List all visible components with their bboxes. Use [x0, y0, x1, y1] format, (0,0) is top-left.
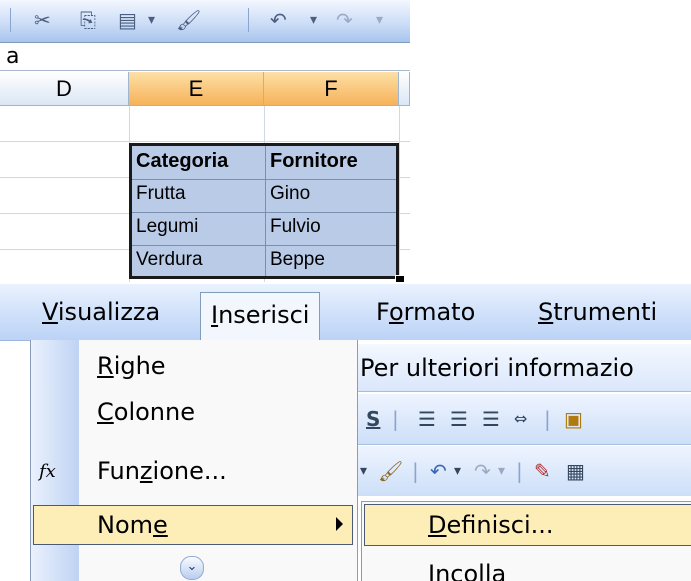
menu-item-definisci[interactable]: Definisci...: [428, 503, 554, 547]
undo-icon[interactable]: ↶: [430, 446, 447, 496]
table-cell[interactable]: Legumi: [136, 212, 198, 242]
toolbar-separator: |: [516, 459, 523, 483]
menu-panel: Visualizza Inserisci Formato Strumenti P…: [0, 284, 691, 581]
toolbar-separator: |: [392, 407, 399, 431]
menu-item-nome[interactable]: Nome: [97, 503, 168, 547]
align-center-icon[interactable]: ☰: [450, 394, 468, 444]
toolbar-separator: |: [544, 407, 551, 431]
column-header-g[interactable]: [399, 72, 410, 106]
toolbar-separator: [10, 8, 11, 32]
insert-menu-dropdown: Righe Colonne fx Funzione... Nome ⌄: [30, 340, 358, 581]
tables-icon[interactable]: ▦: [566, 446, 585, 496]
format-painter-icon[interactable]: 🖌: [176, 8, 201, 32]
menu-inserisci[interactable]: Inserisci: [200, 292, 321, 341]
menu-item-colonne[interactable]: Colonne: [97, 390, 195, 434]
column-header-e[interactable]: E: [129, 72, 264, 106]
table-cell[interactable]: Frutta: [136, 179, 186, 209]
cell-header-fornitore[interactable]: Fornitore: [270, 146, 358, 176]
table-cell[interactable]: Beppe: [270, 245, 325, 275]
spreadsheet-panel: ✂ ⎘ ▤ ▾ 🖌 ↶ ▾ ↷ ▾ a D E F Categoria Forn…: [0, 0, 410, 282]
menu-item-righe[interactable]: Righe: [97, 344, 166, 388]
column-header-f[interactable]: F: [264, 72, 399, 106]
cell-header-categoria[interactable]: Categoria: [136, 146, 228, 176]
name-submenu: Definisci... Incolla: [361, 501, 691, 581]
paste-icon[interactable]: ▤: [118, 8, 137, 32]
cut-icon[interactable]: ✂: [34, 8, 51, 32]
format-painter-icon[interactable]: 🖌: [378, 446, 403, 496]
table-cell[interactable]: Fulvio: [270, 212, 321, 242]
merge-center-icon[interactable]: ⇔: [514, 394, 527, 444]
redo-icon[interactable]: ↷: [474, 446, 491, 496]
menu-visualizza[interactable]: Visualizza: [42, 290, 160, 334]
column-header-d[interactable]: D: [0, 72, 129, 106]
menu-formato[interactable]: Formato: [376, 290, 475, 334]
fill-handle[interactable]: [395, 275, 405, 282]
toolbar-separator: |: [412, 459, 419, 483]
grid-line: [399, 106, 400, 282]
submenu-arrow-icon: [336, 517, 343, 531]
range-divider: [265, 146, 266, 276]
menu-bar: Visualizza Inserisci Formato Strumenti: [0, 284, 691, 341]
expand-menu-chevron-icon[interactable]: ⌄: [180, 556, 204, 580]
underline-button[interactable]: S: [366, 394, 380, 444]
currency-icon[interactable]: ▣: [564, 394, 583, 444]
redo-dropdown-icon[interactable]: ▾: [498, 446, 505, 496]
standard-toolbar: ✂ ⎘ ▤ ▾ 🖌 ↶ ▾ ↷ ▾: [0, 0, 410, 43]
align-right-icon[interactable]: ☰: [482, 394, 500, 444]
menu-item-highlight: [33, 505, 353, 545]
redo-icon[interactable]: ↷: [336, 8, 353, 32]
undo-dropdown-icon[interactable]: ▾: [310, 8, 317, 32]
function-icon: fx: [39, 461, 56, 482]
align-left-icon[interactable]: ☰: [418, 394, 436, 444]
standard-toolbar-2: ▾ 🖌 | ↶ ▾ ↷ ▾ | ✎ ▦: [356, 446, 691, 496]
menu-item-incolla[interactable]: Incolla: [428, 552, 506, 581]
table-cell[interactable]: Verdura: [136, 245, 203, 275]
paste-dropdown-icon[interactable]: ▾: [148, 8, 155, 32]
formatting-toolbar: S | ☰ ☰ ☰ ⇔ | ▣: [356, 394, 691, 445]
undo-dropdown-icon[interactable]: ▾: [454, 446, 461, 496]
toolbar-separator: [248, 8, 249, 32]
redo-dropdown-icon[interactable]: ▾: [376, 8, 383, 32]
formula-bar[interactable]: a: [0, 43, 410, 71]
copy-icon[interactable]: ⎘: [80, 8, 96, 32]
dropdown-arrow-icon[interactable]: ▾: [360, 446, 367, 496]
menu-strumenti[interactable]: Strumenti: [538, 290, 657, 334]
table-cell[interactable]: Gino: [270, 179, 310, 209]
help-question-box[interactable]: Per ulteriori informazio: [356, 344, 691, 392]
menu-item-funzione[interactable]: Funzione...: [97, 449, 227, 493]
hyperlink-icon[interactable]: ✎: [534, 446, 551, 496]
undo-icon[interactable]: ↶: [270, 8, 287, 32]
